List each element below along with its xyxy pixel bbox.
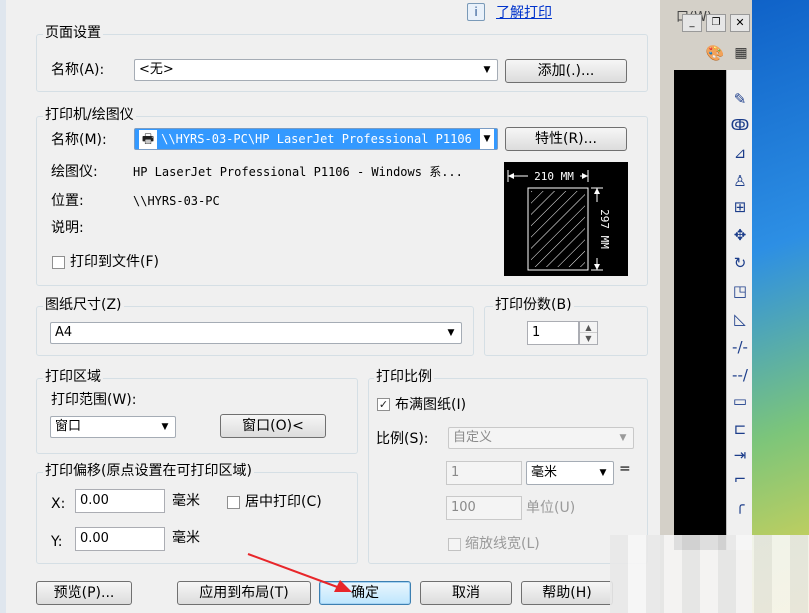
- print-range-label: 打印范围(W):: [51, 392, 137, 408]
- printable-area: [531, 191, 585, 267]
- offset-x-label: X:: [51, 496, 66, 512]
- modify-toolbar: ✎ ↂ ⊿ ♙ ⊞ ✥ ↻ ◳ ◺ -/- --/ ▭ ⊏ ⇥ ⌐ ╭: [726, 70, 752, 550]
- chevron-down-icon: ▼: [599, 468, 607, 478]
- description-label: 说明:: [51, 220, 84, 236]
- offset-x-unit: 毫米: [172, 493, 200, 509]
- printer-icon: 🖶: [139, 130, 157, 149]
- info-icon: i: [467, 3, 485, 21]
- offset-y-unit: 毫米: [172, 530, 200, 546]
- print-scale-legend: 打印比例: [374, 369, 434, 385]
- drawing-area[interactable]: [674, 70, 726, 550]
- print-offset-legend: 打印偏移(原点设置在可打印区域): [43, 463, 254, 479]
- scale-icon[interactable]: ◳: [729, 280, 751, 302]
- scale-unit-label: 单位(U): [526, 500, 576, 516]
- offset-icon[interactable]: ↂ: [729, 114, 751, 136]
- array-icon[interactable]: ⊞: [729, 196, 751, 218]
- printer-name-select[interactable]: 🖶 \\HYRS-03-PC\HP LaserJet Professional …: [134, 128, 498, 150]
- print-range-value: 窗口: [55, 419, 82, 434]
- printer-name-value: \\HYRS-03-PC\HP LaserJet Professional P1…: [161, 132, 472, 146]
- rotate-icon[interactable]: ↻: [729, 252, 751, 274]
- stretch-icon[interactable]: ◺: [729, 308, 751, 330]
- page-setup-name-value: <无>: [139, 62, 174, 77]
- fit-to-paper-checkbox[interactable]: ✓: [377, 398, 390, 411]
- equals-sign: =: [619, 461, 631, 477]
- chevron-down-icon: ▼: [619, 433, 627, 443]
- paper-preview: 210 MM 297 MM: [504, 162, 628, 276]
- scale-lineweights-checkbox[interactable]: [448, 538, 461, 551]
- cancel-button[interactable]: 取消: [420, 581, 512, 605]
- paper-preview-svg: 210 MM 297 MM: [507, 168, 611, 271]
- break-icon[interactable]: ▭: [729, 390, 751, 412]
- spin-up-icon[interactable]: ▲: [580, 322, 597, 333]
- pencil-icon[interactable]: ✎: [729, 88, 751, 110]
- copies-spinner[interactable]: ▲ ▼: [579, 321, 598, 345]
- location-value: \\HYRS-03-PC: [133, 194, 220, 208]
- paper-size-value: A4: [55, 325, 73, 340]
- scale-select[interactable]: 自定义 ▼: [448, 427, 634, 449]
- print-range-select[interactable]: 窗口 ▼: [50, 416, 176, 438]
- printer-name-label: 名称(M):: [51, 132, 107, 148]
- preview-button[interactable]: 预览(P)...: [36, 581, 132, 605]
- restore-icon[interactable]: ❐: [706, 14, 726, 32]
- chevron-down-icon: ▼: [480, 129, 494, 149]
- page-setup-name-label: 名称(A):: [51, 62, 105, 78]
- print-area-legend: 打印区域: [43, 369, 103, 385]
- chevron-down-icon: ▼: [447, 328, 455, 338]
- help-button[interactable]: 帮助(H): [521, 581, 613, 605]
- mirror-icon[interactable]: ⊿: [729, 142, 751, 164]
- copies-input[interactable]: 1: [527, 321, 579, 345]
- chamfer-icon[interactable]: ⌐: [729, 468, 751, 490]
- add-page-setup-button[interactable]: 添加(.)...: [505, 59, 627, 83]
- pick-window-button[interactable]: 窗口(O)<: [220, 414, 326, 438]
- extend-icon[interactable]: --/: [729, 364, 751, 386]
- chevron-down-icon: ▼: [161, 422, 169, 432]
- paper-size-select[interactable]: A4 ▼: [50, 322, 462, 344]
- printer-properties-button[interactable]: 特性(R)...: [505, 127, 627, 151]
- close-icon[interactable]: ✕: [730, 14, 750, 32]
- move-icon[interactable]: ✥: [729, 224, 751, 246]
- help-link[interactable]: 了解打印: [496, 2, 552, 22]
- spin-down-icon[interactable]: ▼: [580, 333, 597, 344]
- palette-icon[interactable]: 🎨: [704, 42, 726, 64]
- fit-to-paper-label: 布满图纸(I): [395, 397, 467, 413]
- scale-unit-value: 毫米: [531, 465, 558, 480]
- offset-y-label: Y:: [51, 534, 63, 550]
- scale-value2-input[interactable]: 100: [446, 496, 522, 520]
- plot-dialog: i 了解打印 页面设置 名称(A): <无> ▼ 添加(.)... 打印机/绘图…: [0, 0, 660, 613]
- stamp-icon[interactable]: ♙: [729, 170, 751, 192]
- scale-label: 比例(S):: [376, 431, 429, 447]
- plotter-value: HP LaserJet Professional P1106 - Windows…: [133, 165, 463, 179]
- join2-icon[interactable]: ⇥: [729, 444, 751, 466]
- scale-unit-select[interactable]: 毫米 ▼: [526, 461, 614, 485]
- desktop-wallpaper: [752, 0, 809, 613]
- chevron-down-icon: ▼: [483, 65, 491, 75]
- center-plot-checkbox[interactable]: [227, 496, 240, 509]
- print-to-file-label: 打印到文件(F): [70, 254, 159, 270]
- annotation-arrow-icon: [247, 553, 352, 592]
- print-to-file-checkbox[interactable]: [52, 256, 65, 269]
- scale-value: 自定义: [453, 430, 493, 445]
- plotter-label: 绘图仪:: [51, 164, 98, 180]
- blurred-watermark: [610, 535, 809, 613]
- dialog-border: [0, 0, 6, 613]
- paper-size-legend: 图纸尺寸(Z): [43, 297, 124, 313]
- page-setup-name-select[interactable]: <无> ▼: [134, 59, 498, 81]
- copies-legend: 打印份数(B): [493, 297, 574, 313]
- minimize-icon[interactable]: _: [682, 14, 702, 32]
- location-label: 位置:: [51, 193, 84, 209]
- center-plot-label: 居中打印(C): [245, 494, 322, 510]
- page-setup-legend: 页面设置: [43, 25, 103, 41]
- scale-lineweights-label: 缩放线宽(L): [465, 536, 540, 552]
- preview-height-label: 297 MM: [598, 209, 611, 249]
- printer-legend: 打印机/绘图仪: [43, 107, 136, 123]
- offset-y-input[interactable]: 0.00: [75, 527, 165, 551]
- join-icon[interactable]: ⊏: [729, 418, 751, 440]
- grid-icon[interactable]: ▦: [730, 42, 752, 64]
- fillet-icon[interactable]: ╭: [729, 494, 751, 516]
- preview-width-label: 210 MM: [534, 170, 574, 183]
- scale-value1-input[interactable]: 1: [446, 461, 522, 485]
- trim-icon[interactable]: -/-: [729, 336, 751, 358]
- offset-x-input[interactable]: 0.00: [75, 489, 165, 513]
